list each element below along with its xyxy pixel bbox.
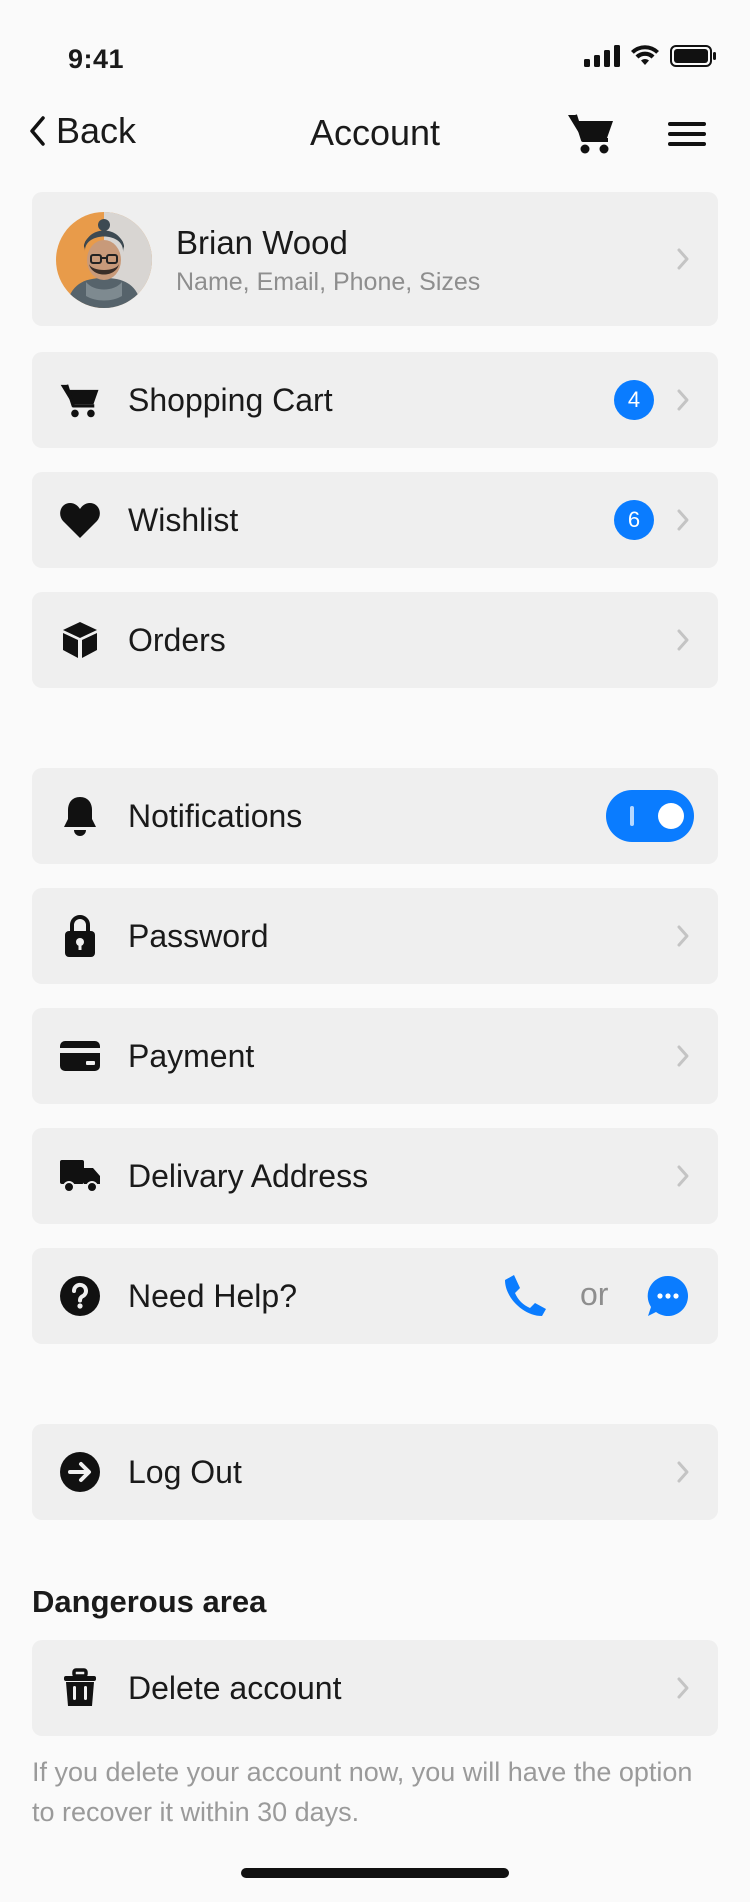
or-text: or xyxy=(580,1276,609,1312)
wishlist-count-badge: 6 xyxy=(614,500,654,540)
delete-account-note: If you delete your account now, you will… xyxy=(32,1757,693,1827)
delivery-address-row[interactable]: Delivary Address xyxy=(32,1128,718,1224)
help-row: Need Help? or xyxy=(32,1248,718,1344)
nav-bar: Back Account xyxy=(0,100,750,170)
avatar xyxy=(56,212,152,308)
box-icon xyxy=(58,618,102,662)
delivery-address-label: Delivary Address xyxy=(128,1157,369,1194)
chevron-left-icon xyxy=(30,116,45,146)
status-bar: 9:41 xyxy=(0,0,750,110)
toggle-knob xyxy=(658,803,684,829)
orders-label: Orders xyxy=(128,621,226,658)
back-label: Back xyxy=(56,110,137,151)
logout-label: Log Out xyxy=(128,1453,242,1490)
bell-icon xyxy=(58,794,102,838)
back-button[interactable]: Back xyxy=(28,110,136,152)
profile-name: Brian Wood xyxy=(176,224,348,261)
help-icon xyxy=(58,1274,102,1318)
cart-icon[interactable] xyxy=(566,110,616,156)
lock-icon xyxy=(58,914,102,958)
password-row[interactable]: Password xyxy=(32,888,718,984)
wifi-icon xyxy=(631,45,659,65)
status-time: 9:41 xyxy=(68,44,125,74)
shopping-cart-label: Shopping Cart xyxy=(128,381,333,418)
shopping-cart-row[interactable]: Shopping Cart 4 xyxy=(32,352,718,448)
chevron-right-icon xyxy=(677,248,689,270)
battery-icon xyxy=(670,45,716,67)
chevron-right-icon xyxy=(677,925,689,947)
notifications-toggle[interactable] xyxy=(606,790,694,842)
signal-icon xyxy=(584,45,620,67)
cart-count-badge: 4 xyxy=(614,380,654,420)
wishlist-label: Wishlist xyxy=(128,501,239,538)
chevron-right-icon xyxy=(677,1461,689,1483)
logout-row[interactable]: Log Out xyxy=(32,1424,718,1520)
profile-subtitle: Name, Email, Phone, Sizes xyxy=(176,268,481,296)
heart-icon xyxy=(58,498,102,542)
chevron-right-icon xyxy=(677,629,689,651)
delete-account-label: Delete account xyxy=(128,1669,342,1706)
status-icons xyxy=(584,44,718,68)
notifications-label: Notifications xyxy=(128,797,303,834)
home-indicator[interactable] xyxy=(241,1868,509,1878)
chat-icon[interactable] xyxy=(646,1274,690,1318)
chevron-right-icon xyxy=(677,509,689,531)
password-label: Password xyxy=(128,917,269,954)
chevron-right-icon xyxy=(677,389,689,411)
menu-icon[interactable] xyxy=(664,114,712,154)
payment-label: Payment xyxy=(128,1037,255,1074)
card-icon xyxy=(58,1034,102,1078)
orders-row[interactable]: Orders xyxy=(32,592,718,688)
profile-card[interactable]: Brian Wood Name, Email, Phone, Sizes xyxy=(32,192,718,326)
chevron-right-icon xyxy=(677,1045,689,1067)
notifications-row: Notifications xyxy=(32,768,718,864)
truck-icon xyxy=(58,1154,102,1198)
chevron-right-icon xyxy=(677,1677,689,1699)
wishlist-row[interactable]: Wishlist 6 xyxy=(32,472,718,568)
cart-icon xyxy=(58,378,102,422)
payment-row[interactable]: Payment xyxy=(32,1008,718,1104)
help-label: Need Help? xyxy=(128,1277,297,1314)
chevron-right-icon xyxy=(677,1165,689,1187)
logout-icon xyxy=(58,1450,102,1494)
trash-icon xyxy=(58,1666,102,1710)
dangerous-area-title: Dangerous area xyxy=(32,1584,267,1619)
phone-icon[interactable] xyxy=(502,1272,548,1318)
delete-account-row[interactable]: Delete account xyxy=(32,1640,718,1736)
